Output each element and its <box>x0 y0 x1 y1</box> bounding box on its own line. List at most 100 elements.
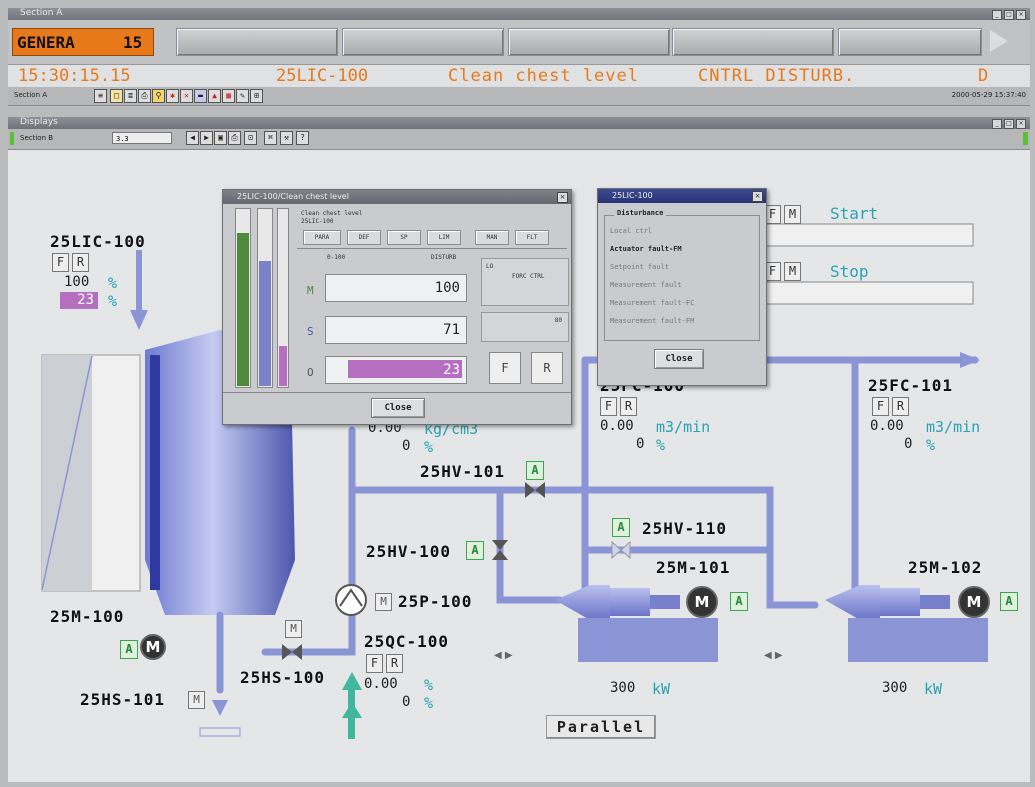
m-value: 100 <box>434 280 460 296</box>
hv101-tag[interactable]: 25HV-101 <box>420 462 505 481</box>
lic-signal-line <box>136 250 142 312</box>
hv100-tag[interactable]: 25HV-100 <box>366 542 451 561</box>
faceplate-desc2: 25LIC-100 <box>301 218 334 225</box>
fc101-unit1: m3/min <box>926 418 981 436</box>
stop-buttons: F M <box>764 262 801 281</box>
faceplate-close-button[interactable]: Close <box>371 398 425 418</box>
hv110-auto-button[interactable]: A <box>612 518 630 537</box>
qc100-f-button[interactable]: F <box>366 654 383 673</box>
faceplate-close-icon[interactable]: × <box>557 192 568 203</box>
s-label: S <box>307 325 314 338</box>
lic100-value2: 23 <box>60 292 98 309</box>
para-button[interactable]: PARA <box>303 230 341 245</box>
m101-adjust-arrows-icon[interactable]: ◀ ▶ <box>494 650 513 661</box>
start-label: Start <box>830 204 879 223</box>
lic100-f-button[interactable]: F <box>52 253 69 272</box>
fc101-value1: 0.00 <box>870 418 904 434</box>
disturbance-title: 25LIC-100 <box>612 191 653 200</box>
disturbance-item[interactable]: Setpoint fault <box>606 258 756 276</box>
disturbance-dialog: 25LIC-100 × Disturbance Local ctrl Actua… <box>597 188 767 386</box>
fc101-value2: 0 <box>904 436 913 452</box>
m100-tag[interactable]: 25M-100 <box>50 607 124 626</box>
lic100-value1: 100 <box>64 274 90 290</box>
qc100-r-button[interactable]: R <box>386 654 403 673</box>
disturbance-item-active[interactable]: Actuator fault-FM <box>606 240 756 258</box>
m101-tag[interactable]: 25M-101 <box>656 558 730 577</box>
p100-tag[interactable]: 25P-100 <box>398 592 472 611</box>
fc100-value2: 0 <box>636 436 645 452</box>
stop-field[interactable] <box>764 281 974 305</box>
fc101-unit2: % <box>926 436 936 454</box>
motor-m102-icon[interactable]: M <box>958 586 990 618</box>
flow-arrow-icon <box>960 352 980 368</box>
qc-signal-down <box>348 715 355 739</box>
m-field[interactable]: 100 <box>325 274 467 302</box>
hs100-tag[interactable]: 25HS-100 <box>240 668 325 687</box>
m102-auto-button[interactable]: A <box>1000 592 1018 611</box>
bar-o-frame <box>277 208 289 388</box>
man-button[interactable]: MAN <box>475 230 509 245</box>
motor-m101-icon[interactable]: M <box>686 586 718 618</box>
fc101-tag[interactable]: 25FC-101 <box>868 376 953 395</box>
disturbance-close-button[interactable]: Close <box>654 349 704 369</box>
p100-m-button[interactable]: M <box>375 593 392 611</box>
hv100-auto-button[interactable]: A <box>466 541 484 560</box>
hv110-tag[interactable]: 25HV-110 <box>642 519 727 538</box>
hs101-m-button[interactable]: M <box>188 691 205 709</box>
parallel-button[interactable]: Parallel <box>546 715 656 739</box>
start-m-button[interactable]: M <box>784 205 801 224</box>
bar-s-frame <box>257 208 273 388</box>
disturbance-item[interactable]: Measurement fault-FM <box>606 312 756 330</box>
o-field[interactable]: 23 <box>325 356 467 384</box>
range-label: 0-100 <box>327 254 346 261</box>
fc100-f-button[interactable]: F <box>600 397 617 416</box>
limit-panel: 80 <box>481 312 569 342</box>
fc101-f-button[interactable]: F <box>872 397 889 416</box>
fc100-fr-buttons: F R <box>600 397 637 416</box>
valve-hs100-icon[interactable] <box>282 644 302 660</box>
valve-hv100-icon[interactable] <box>492 540 508 560</box>
fc101-r-button[interactable]: R <box>892 397 909 416</box>
disturbance-item[interactable]: Local ctrl <box>606 222 756 240</box>
qc100-tag[interactable]: 25QC-100 <box>364 632 449 651</box>
lic100-tag[interactable]: 25LIC-100 <box>50 232 146 251</box>
start-field[interactable] <box>764 223 974 247</box>
sp-button[interactable]: SP <box>387 230 421 245</box>
lic100-r-button[interactable]: R <box>72 253 89 272</box>
motor-m100-icon[interactable]: M <box>140 634 166 660</box>
o-label: O <box>307 366 314 379</box>
m100-auto-button[interactable]: A <box>120 640 138 659</box>
fc100-value1: 0.00 <box>600 418 634 434</box>
def-button[interactable]: DEF <box>347 230 381 245</box>
bar-m-frame <box>235 208 251 388</box>
valve-hv101-icon[interactable] <box>525 482 545 498</box>
m102-power: 300 <box>882 680 908 696</box>
tank-level-bar <box>150 355 160 590</box>
m102-adjust-arrows-icon[interactable]: ◀ ▶ <box>764 650 783 661</box>
s-value: 71 <box>443 322 460 338</box>
s-field[interactable]: 71 <box>325 316 467 344</box>
faceplate-r-button[interactable]: R <box>531 352 563 384</box>
hv101-auto-button[interactable]: A <box>526 461 544 480</box>
up-arrow-icon-2 <box>342 702 362 718</box>
faceplate-f-button[interactable]: F <box>489 352 521 384</box>
faceplate-dialog: 25LIC-100/Clean chest level × Clean ches… <box>222 189 572 425</box>
qc100-value2: 0 <box>402 694 411 710</box>
hs101-tag[interactable]: 25HS-101 <box>80 690 165 709</box>
disturbance-item[interactable]: Measurement fault <box>606 276 756 294</box>
valve-hv110-icon[interactable] <box>611 540 631 560</box>
stop-m-button[interactable]: M <box>784 262 801 281</box>
disturbance-titlebar: 25LIC-100 × <box>598 189 766 203</box>
fc100-unit2: % <box>656 436 666 454</box>
m101-auto-button[interactable]: A <box>730 592 748 611</box>
fc100-r-button[interactable]: R <box>620 397 637 416</box>
m102-tag[interactable]: 25M-102 <box>908 558 982 577</box>
lim-button[interactable]: LIM <box>427 230 461 245</box>
flt-button[interactable]: FLT <box>515 230 549 245</box>
disturbance-item[interactable]: Measurement fault-FC <box>606 294 756 312</box>
mode-panel: LO FORC CTRL <box>481 258 569 306</box>
fc100-unit1: m3/min <box>656 418 711 436</box>
disturbance-close-icon[interactable]: × <box>752 191 763 202</box>
hs100-m-button[interactable]: M <box>285 620 302 638</box>
disturbance-header: Disturbance <box>614 209 667 217</box>
